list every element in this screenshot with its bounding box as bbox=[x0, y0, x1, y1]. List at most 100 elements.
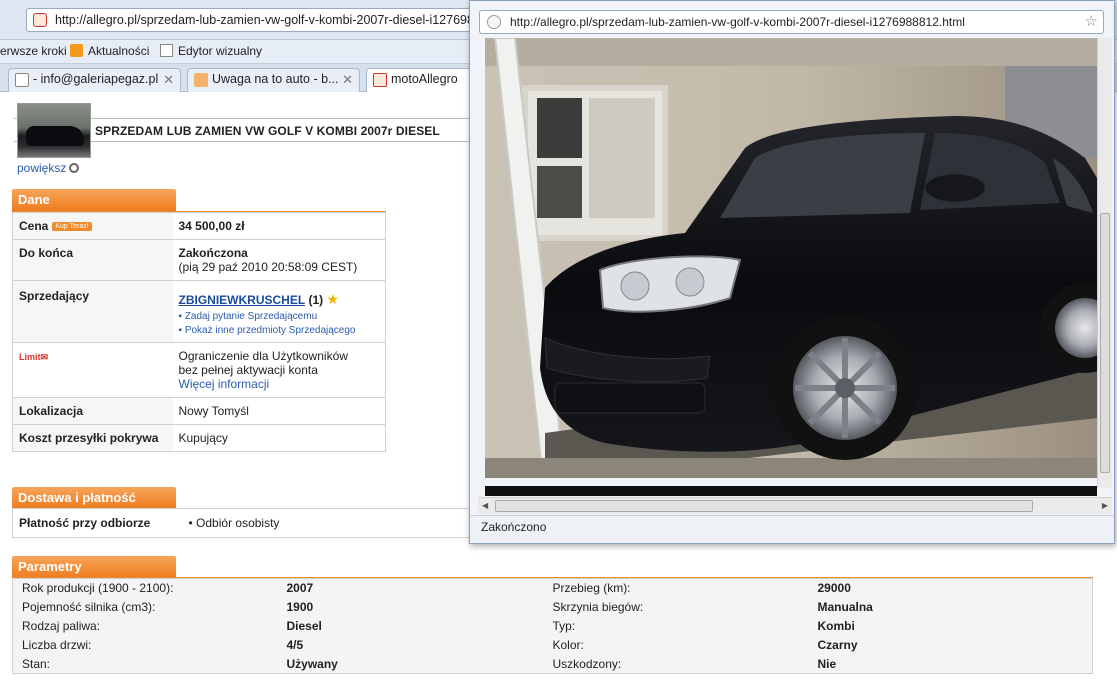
ask-seller-link[interactable]: ▪ Zadaj pytanie Sprzedającemu bbox=[179, 311, 380, 322]
param-value: 4/5 bbox=[286, 638, 304, 652]
popup-status-bar: Zakończono bbox=[470, 515, 1114, 543]
param-label: Kolor: bbox=[552, 638, 584, 652]
globe-icon bbox=[487, 15, 501, 29]
car-icon bbox=[194, 73, 208, 87]
table-row: Rok produkcji (1900 - 2100): 2007 Przebi… bbox=[13, 579, 1093, 598]
more-info-link[interactable]: Więcej informacji bbox=[179, 377, 380, 391]
tab-uwaga[interactable]: Uwaga na to auto - b... ✕ bbox=[187, 68, 360, 92]
price-value: 34 500,00 zł bbox=[172, 212, 386, 240]
location-label: Lokalizacja bbox=[12, 397, 173, 425]
seller-cell: ZBIGNIEWKRUSCHEL (1) ★ ▪ Zadaj pytanie S… bbox=[172, 280, 386, 343]
other-items-link[interactable]: ▪ Pokaż inne przedmioty Sprzedającego bbox=[179, 325, 380, 336]
dane-table: Cena Kup Teraz! 34 500,00 zł Do końca Zak… bbox=[12, 212, 386, 452]
end-date: (pią 29 paź 2010 20:58:09 CEST) bbox=[178, 260, 358, 274]
param-label: Rodzaj paliwa: bbox=[22, 619, 101, 633]
table-row: Płatność przy odbiorze • Odbiór osobisty bbox=[13, 509, 472, 538]
car-photo bbox=[485, 38, 1097, 478]
photo-bottom-edge bbox=[485, 486, 1097, 496]
other-items-text: Pokaż inne przedmioty Sprzedającego bbox=[184, 325, 356, 336]
magnifier-icon bbox=[69, 163, 80, 173]
params-table: Rok produkcji (1900 - 2100): 2007 Przebi… bbox=[12, 578, 1093, 674]
param-value: Czarny bbox=[817, 638, 858, 652]
limit-cell: Limit✉ bbox=[12, 342, 173, 398]
tab-motoallegro[interactable]: motoAllegro bbox=[366, 68, 476, 92]
param-label: Pojemność silnika (cm3): bbox=[22, 600, 156, 614]
table-row: Cena Kup Teraz! 34 500,00 zł bbox=[12, 212, 386, 240]
param-value: Manualna bbox=[817, 600, 873, 614]
limit-text-1: Ograniczenie dla Użytkowników bbox=[178, 349, 348, 363]
params-heading: Parametry bbox=[12, 556, 176, 578]
table-row: Do końca Zakończona (pią 29 paź 2010 20:… bbox=[12, 239, 386, 281]
end-label: Do końca bbox=[12, 239, 173, 281]
tab-galeria[interactable]: - info@galeriapegaz.pl ✕ bbox=[8, 68, 181, 92]
param-label: Skrzynia biegów: bbox=[552, 600, 644, 614]
site-icon bbox=[373, 73, 387, 87]
seller-label: Sprzedający bbox=[12, 280, 173, 343]
buy-now-badge[interactable]: Kup Teraz! bbox=[52, 222, 92, 231]
param-value: Nie bbox=[817, 656, 837, 671]
bookmark-news[interactable]: Aktualności bbox=[70, 44, 149, 58]
site-icon bbox=[33, 13, 47, 27]
scroll-thumb[interactable] bbox=[495, 500, 1033, 512]
limit-info: Ograniczenie dla Użytkowników bez pełnej… bbox=[172, 342, 386, 398]
enlarge-label: powiększ bbox=[17, 161, 67, 175]
payment-cell: • Odbiór osobisty bbox=[188, 516, 280, 530]
enlarge-link[interactable]: powiększ bbox=[17, 161, 80, 175]
delivery-heading: Dostawa i płatność bbox=[12, 487, 176, 509]
shipping-value: Kupujący bbox=[172, 424, 386, 452]
param-value: Używany bbox=[286, 656, 338, 671]
table-row: Pojemność silnika (cm3): 1900 Skrzynia b… bbox=[13, 598, 1093, 617]
tab-label: motoAllegro bbox=[391, 72, 458, 86]
seller-rating: (1) bbox=[308, 293, 324, 307]
limit-icon: Limit bbox=[19, 352, 41, 362]
tab-label: - info@galeriapegaz.pl bbox=[33, 72, 159, 86]
bookmark-label: erwsze kroki bbox=[0, 44, 67, 58]
ask-seller-text: Zadaj pytanie Sprzedającemu bbox=[184, 311, 318, 322]
close-icon[interactable]: ✕ bbox=[342, 69, 353, 90]
param-value: 29000 bbox=[817, 581, 851, 596]
main-url-field[interactable]: http://allegro.pl/sprzedam-lub-zamien-vw… bbox=[26, 8, 506, 32]
page-icon bbox=[15, 73, 29, 87]
star-icon: ★ bbox=[326, 291, 340, 307]
image-popup-window: http://allegro.pl/sprzedam-lub-zamien-vw… bbox=[469, 0, 1115, 544]
page-icon bbox=[160, 44, 173, 57]
bookmark-star-icon[interactable]: ☆ bbox=[1085, 11, 1098, 33]
close-icon[interactable]: ✕ bbox=[163, 69, 174, 90]
car-thumbnail[interactable] bbox=[17, 103, 91, 158]
param-label: Stan: bbox=[22, 656, 51, 671]
payment-label: Płatność przy odbiorze bbox=[19, 516, 151, 530]
price-cell-label: Cena Kup Teraz! bbox=[12, 212, 173, 240]
bookmark-label: Aktualności bbox=[88, 44, 150, 58]
scroll-thumb[interactable] bbox=[1100, 213, 1110, 473]
bookmark-visual-editor[interactable]: Edytor wizualny bbox=[160, 44, 262, 58]
table-row: Koszt przesyłki pokrywa Kupujący bbox=[12, 424, 386, 452]
shipping-label: Koszt przesyłki pokrywa bbox=[12, 424, 173, 452]
param-label: Przebieg (km): bbox=[552, 581, 631, 596]
payment-value: Odbiór osobisty bbox=[196, 516, 280, 530]
popup-url-field[interactable]: http://allegro.pl/sprzedam-lub-zamien-vw… bbox=[479, 10, 1104, 34]
param-label: Rok produkcji (1900 - 2100): bbox=[22, 581, 174, 596]
table-row: Lokalizacja Nowy Tomyśl bbox=[12, 397, 386, 425]
table-row: Limit✉ Ograniczenie dla Użytkowników bez… bbox=[12, 342, 386, 398]
rss-icon bbox=[70, 44, 83, 57]
popup-horizontal-scrollbar[interactable]: ◀ ▶ bbox=[478, 497, 1112, 514]
bookmark-label: Edytor wizualny bbox=[178, 44, 263, 58]
scroll-right-icon[interactable]: ▶ bbox=[1102, 501, 1108, 510]
param-label: Typ: bbox=[552, 619, 576, 633]
main-url-text: http://allegro.pl/sprzedam-lub-zamien-vw… bbox=[55, 13, 506, 27]
param-value: Kombi bbox=[817, 619, 855, 633]
seller-link[interactable]: ZBIGNIEWKRUSCHEL bbox=[179, 293, 306, 307]
listing-title: SPRZEDAM LUB ZAMIEN VW GOLF V KOMBI 2007… bbox=[95, 124, 440, 138]
param-label: Liczba drzwi: bbox=[22, 638, 92, 652]
param-value: 2007 bbox=[286, 581, 314, 596]
popup-url-text: http://allegro.pl/sprzedam-lub-zamien-vw… bbox=[510, 15, 965, 29]
location-value: Nowy Tomyśl bbox=[172, 397, 386, 425]
param-label: Uszkodzony: bbox=[552, 656, 622, 671]
tab-label: Uwaga na to auto - b... bbox=[212, 72, 339, 86]
car-photo-image bbox=[485, 38, 1097, 478]
scroll-left-icon[interactable]: ◀ bbox=[482, 501, 488, 510]
popup-vertical-scrollbar[interactable] bbox=[1097, 38, 1112, 488]
table-row: Liczba drzwi: 4/5 Kolor: Czarny bbox=[13, 636, 1093, 655]
param-value: 1900 bbox=[286, 600, 314, 614]
bookmark-first-steps[interactable]: erwsze kroki bbox=[0, 44, 67, 58]
